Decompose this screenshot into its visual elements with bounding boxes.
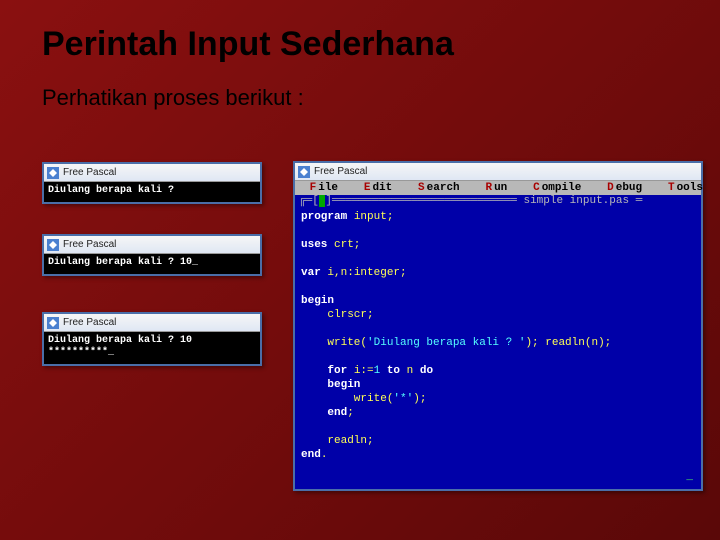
code-token: crt;: [327, 239, 360, 251]
code-token: var: [301, 267, 321, 279]
menu-hotkey: F: [308, 182, 319, 194]
console-line: Diulang berapa kali ? 10: [48, 335, 192, 346]
code-token: end: [301, 407, 347, 419]
window-title: Free Pascal: [63, 317, 116, 328]
editor-frame-top: ╔═[■]════════════════════════════ simple…: [295, 195, 701, 208]
code-token: );: [413, 393, 426, 405]
menu-hotkey: D: [605, 182, 616, 194]
menu-hotkey: S: [416, 182, 427, 194]
code-token: ;: [347, 407, 354, 419]
code-token: 'Diulang berapa kali ? ': [367, 337, 525, 349]
menu-hotkey: T: [666, 182, 677, 194]
menu-compile[interactable]: Compile: [516, 182, 590, 194]
free-pascal-icon: [47, 239, 59, 251]
menu-edit[interactable]: Edit: [347, 182, 401, 194]
console-output: Diulang berapa kali ?: [44, 182, 260, 202]
code-token: '*': [393, 393, 413, 405]
console-line: **********_: [48, 347, 114, 358]
code-token: clrscr;: [301, 309, 374, 321]
free-pascal-icon: [47, 317, 59, 329]
titlebar: Free Pascal: [44, 314, 260, 332]
console-output: Diulang berapa kali ? 10 **********_: [44, 332, 260, 364]
ide-window: Free Pascal File Edit Search Run Compile…: [293, 161, 703, 491]
code-token: input;: [347, 211, 393, 223]
code-token: begin: [301, 379, 360, 391]
code-token: n: [400, 365, 420, 377]
editor-cursor-icon: _: [686, 471, 693, 483]
menu-run[interactable]: Run: [468, 182, 516, 194]
code-editor[interactable]: program input; uses crt; var i,n:integer…: [295, 208, 701, 466]
menu-debug[interactable]: Debug: [590, 182, 651, 194]
code-token: readln;: [301, 435, 374, 447]
console-window-2: Free Pascal Diulang berapa kali ? 10_: [42, 234, 262, 276]
console-line: Diulang berapa kali ? 10_: [48, 257, 198, 268]
menu-hotkey: E: [362, 182, 373, 194]
console-line: Diulang berapa kali ?: [48, 185, 180, 196]
code-token: .: [321, 449, 328, 461]
window-title: Free Pascal: [314, 166, 367, 177]
code-token: i:=: [347, 365, 373, 377]
code-token: uses: [301, 239, 327, 251]
free-pascal-icon: [298, 166, 310, 178]
window-title: Free Pascal: [63, 239, 116, 250]
menubar[interactable]: File Edit Search Run Compile Debug Tools: [295, 181, 701, 195]
code-token: do: [420, 365, 433, 377]
console-window-1: Free Pascal Diulang berapa kali ?: [42, 162, 262, 204]
menu-hotkey: R: [483, 182, 494, 194]
menu-tools[interactable]: Tools: [651, 182, 712, 194]
menu-file[interactable]: File: [299, 182, 347, 194]
code-token: write(: [301, 393, 393, 405]
code-token: for: [301, 365, 347, 377]
slide-subtitle: Perhatikan proses berikut :: [42, 85, 304, 111]
free-pascal-icon: [47, 167, 59, 179]
code-token: program: [301, 211, 347, 223]
console-output: Diulang berapa kali ? 10_: [44, 254, 260, 274]
code-token: end: [301, 449, 321, 461]
titlebar: Free Pascal: [295, 163, 701, 181]
code-token: i,n:integer;: [321, 267, 407, 279]
editor-filename: simple input.pas: [523, 195, 629, 207]
code-token: ); readln(n);: [525, 337, 611, 349]
slide-title: Perintah Input Sederhana: [42, 25, 454, 64]
code-token: write(: [301, 337, 367, 349]
window-title: Free Pascal: [63, 167, 116, 178]
titlebar: Free Pascal: [44, 236, 260, 254]
menu-search[interactable]: Search: [401, 182, 468, 194]
menu-hotkey: C: [531, 182, 542, 194]
code-token: to: [380, 365, 400, 377]
code-token: begin: [301, 295, 334, 307]
titlebar: Free Pascal: [44, 164, 260, 182]
console-window-3: Free Pascal Diulang berapa kali ? 10 ***…: [42, 312, 262, 366]
